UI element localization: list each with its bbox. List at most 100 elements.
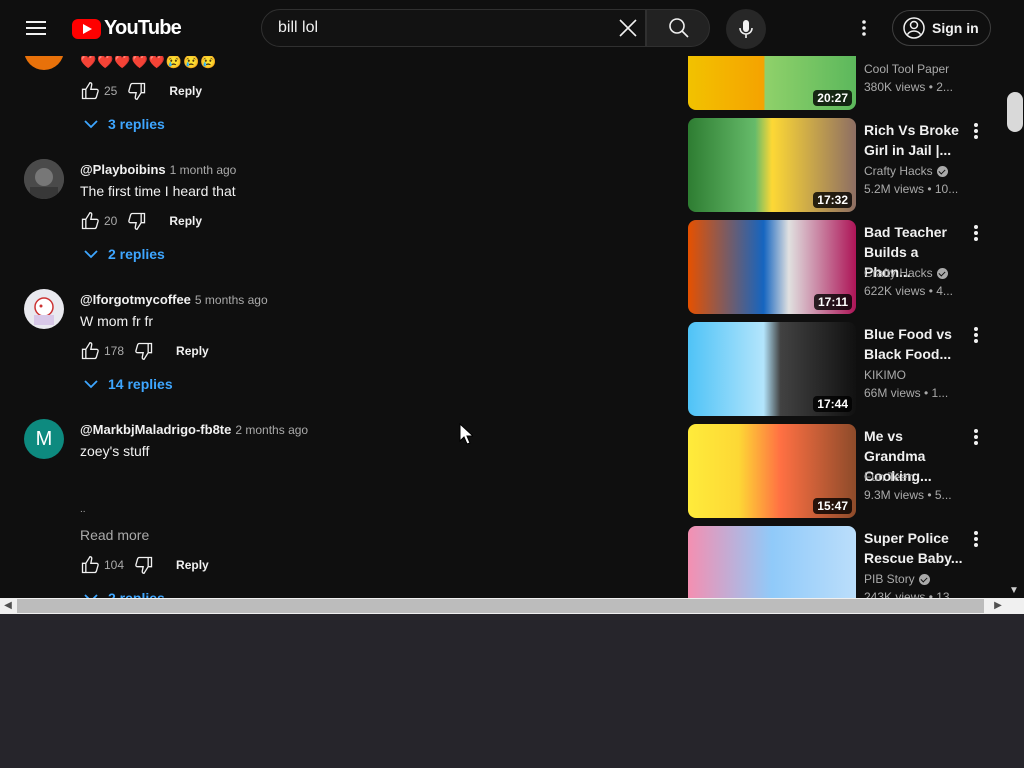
vertical-scrollbar[interactable]: ▼ (1006, 56, 1024, 598)
youtube-play-icon (72, 18, 101, 39)
chevron-down-icon (84, 120, 98, 129)
scroll-down-icon[interactable]: ▼ (1009, 585, 1019, 596)
sign-in-button[interactable]: Sign in (892, 10, 991, 46)
avatar-letter: M (35, 428, 53, 450)
more-actions-icon[interactable] (972, 224, 980, 242)
scroll-right-icon[interactable]: ▶ (990, 599, 1006, 613)
comment-author[interactable]: @MarkbjMaladrigo-fb8te 2 months ago (80, 422, 308, 437)
video-title[interactable]: Super Police Rescue Baby... (864, 528, 964, 568)
search-box[interactable] (261, 9, 646, 47)
settings-menu-icon[interactable] (852, 16, 876, 40)
related-video[interactable]: 17:32 Rich Vs Broke Girl in Jail |... Cr… (688, 118, 1006, 212)
view-replies-button[interactable]: 2 replies (84, 590, 165, 598)
like-icon[interactable] (80, 81, 100, 101)
comment-avatar[interactable]: M (24, 419, 64, 459)
more-actions-icon[interactable] (972, 122, 980, 140)
comment-author[interactable]: @Playboibins 1 month ago (80, 162, 236, 177)
channel-name[interactable]: Crafty Hacks (864, 164, 933, 178)
author-name[interactable]: @Playboibins (80, 162, 166, 177)
search-button[interactable] (646, 9, 710, 47)
like-icon[interactable] (80, 211, 100, 231)
video-channel[interactable]: Crafty Hacks (864, 164, 948, 178)
comment-time[interactable]: 1 month ago (170, 163, 237, 177)
like-count: 104 (104, 558, 125, 572)
related-video[interactable]: 17:11 Bad Teacher Builds a Phon... Craft… (688, 220, 1006, 314)
comment-actions: 25 Reply (80, 79, 202, 103)
video-meta: 243K views • 13... (864, 590, 960, 598)
comment-text: zoey's stuff (80, 443, 150, 459)
channel-name[interactable]: PIB Story (864, 572, 915, 586)
view-replies-button[interactable]: 3 replies (84, 116, 165, 132)
video-duration: 15:47 (813, 498, 852, 514)
comment-actions: 104 Reply (80, 553, 209, 577)
video-thumbnail[interactable]: 17:11 (688, 220, 856, 314)
channel-name[interactable]: Fun Teen (864, 470, 914, 484)
reply-button[interactable]: Reply (176, 344, 209, 358)
comment-author[interactable]: @Iforgotmycoffee 5 months ago (80, 292, 268, 307)
comment-avatar[interactable] (24, 159, 64, 199)
channel-name[interactable]: Crafty Hacks (864, 266, 933, 280)
video-duration: 20:27 (813, 90, 852, 106)
verified-icon (936, 165, 948, 177)
search-input[interactable] (278, 18, 598, 38)
replies-label: 3 replies (108, 116, 165, 132)
reply-button[interactable]: Reply (176, 558, 209, 572)
related-video[interactable]: 17:44 Blue Food vs Black Food... KIKIMO … (688, 322, 1006, 416)
horizontal-scrollbar[interactable]: ◀ ▶ (0, 598, 1024, 614)
comment-time[interactable]: 5 months ago (195, 293, 268, 307)
menu-icon[interactable] (24, 16, 48, 40)
video-channel[interactable]: Fun Teen (864, 470, 914, 484)
video-thumbnail[interactable]: 17:44 (688, 322, 856, 416)
comment-time[interactable]: 2 months ago (235, 423, 308, 437)
comment-avatar[interactable] (24, 289, 64, 329)
like-count: 178 (104, 344, 125, 358)
chevron-down-icon (84, 380, 98, 389)
mouse-cursor-icon (459, 423, 473, 445)
logo-text: YouTube (104, 17, 182, 39)
video-channel[interactable]: KIKIMO (864, 368, 906, 382)
more-actions-icon[interactable] (972, 530, 980, 548)
scrollbar-thumb[interactable] (17, 599, 984, 613)
sign-in-label: Sign in (932, 20, 979, 36)
comment-actions: 178 Reply (80, 339, 209, 363)
reply-button[interactable]: Reply (169, 214, 202, 228)
related-video[interactable]: 15:47 Me vs Grandma Cooking... Fun Teen … (688, 424, 1006, 518)
related-video[interactable]: Super Police Rescue Baby... PIB Story 24… (688, 526, 1006, 598)
video-thumbnail[interactable] (688, 526, 856, 598)
author-name[interactable]: @Iforgotmycoffee (80, 292, 191, 307)
video-title[interactable]: Rich Vs Broke Girl in Jail |... (864, 120, 964, 160)
more-actions-icon[interactable] (972, 428, 980, 446)
youtube-logo[interactable]: YouTube (72, 17, 182, 40)
read-more-button[interactable]: Read more (80, 527, 149, 543)
video-thumbnail[interactable]: 17:32 (688, 118, 856, 212)
channel-name[interactable]: Cool Tool Paper (864, 62, 949, 76)
verified-icon (918, 573, 930, 585)
comment-text: ❤️❤️❤️❤️❤️😢😢😢 (80, 54, 218, 69)
dislike-icon[interactable] (127, 81, 147, 101)
clear-search-button[interactable] (614, 14, 644, 42)
video-channel[interactable]: PIB Story (864, 572, 930, 586)
author-name[interactable]: @MarkbjMaladrigo-fb8te (80, 422, 231, 437)
dislike-icon[interactable] (134, 341, 154, 361)
video-duration: 17:11 (813, 294, 852, 310)
account-icon (903, 17, 925, 39)
video-thumbnail[interactable]: 15:47 (688, 424, 856, 518)
voice-search-button[interactable] (726, 9, 766, 49)
video-title[interactable]: Blue Food vs Black Food... (864, 324, 964, 364)
dislike-icon[interactable] (127, 211, 147, 231)
video-meta: 622K views • 4... (864, 284, 953, 298)
video-channel[interactable]: Crafty Hacks (864, 266, 948, 280)
view-replies-button[interactable]: 14 replies (84, 376, 173, 392)
like-icon[interactable] (80, 555, 100, 575)
view-replies-button[interactable]: 2 replies (84, 246, 165, 262)
scrollbar-thumb[interactable] (1007, 92, 1023, 132)
video-channel[interactable]: Cool Tool Paper (864, 62, 949, 76)
empty-window-area (0, 614, 1024, 768)
reply-button[interactable]: Reply (169, 84, 202, 98)
more-actions-icon[interactable] (972, 326, 980, 344)
scroll-left-icon[interactable]: ◀ (0, 599, 16, 613)
dislike-icon[interactable] (134, 555, 154, 575)
verified-icon (936, 267, 948, 279)
channel-name[interactable]: KIKIMO (864, 368, 906, 382)
like-icon[interactable] (80, 341, 100, 361)
